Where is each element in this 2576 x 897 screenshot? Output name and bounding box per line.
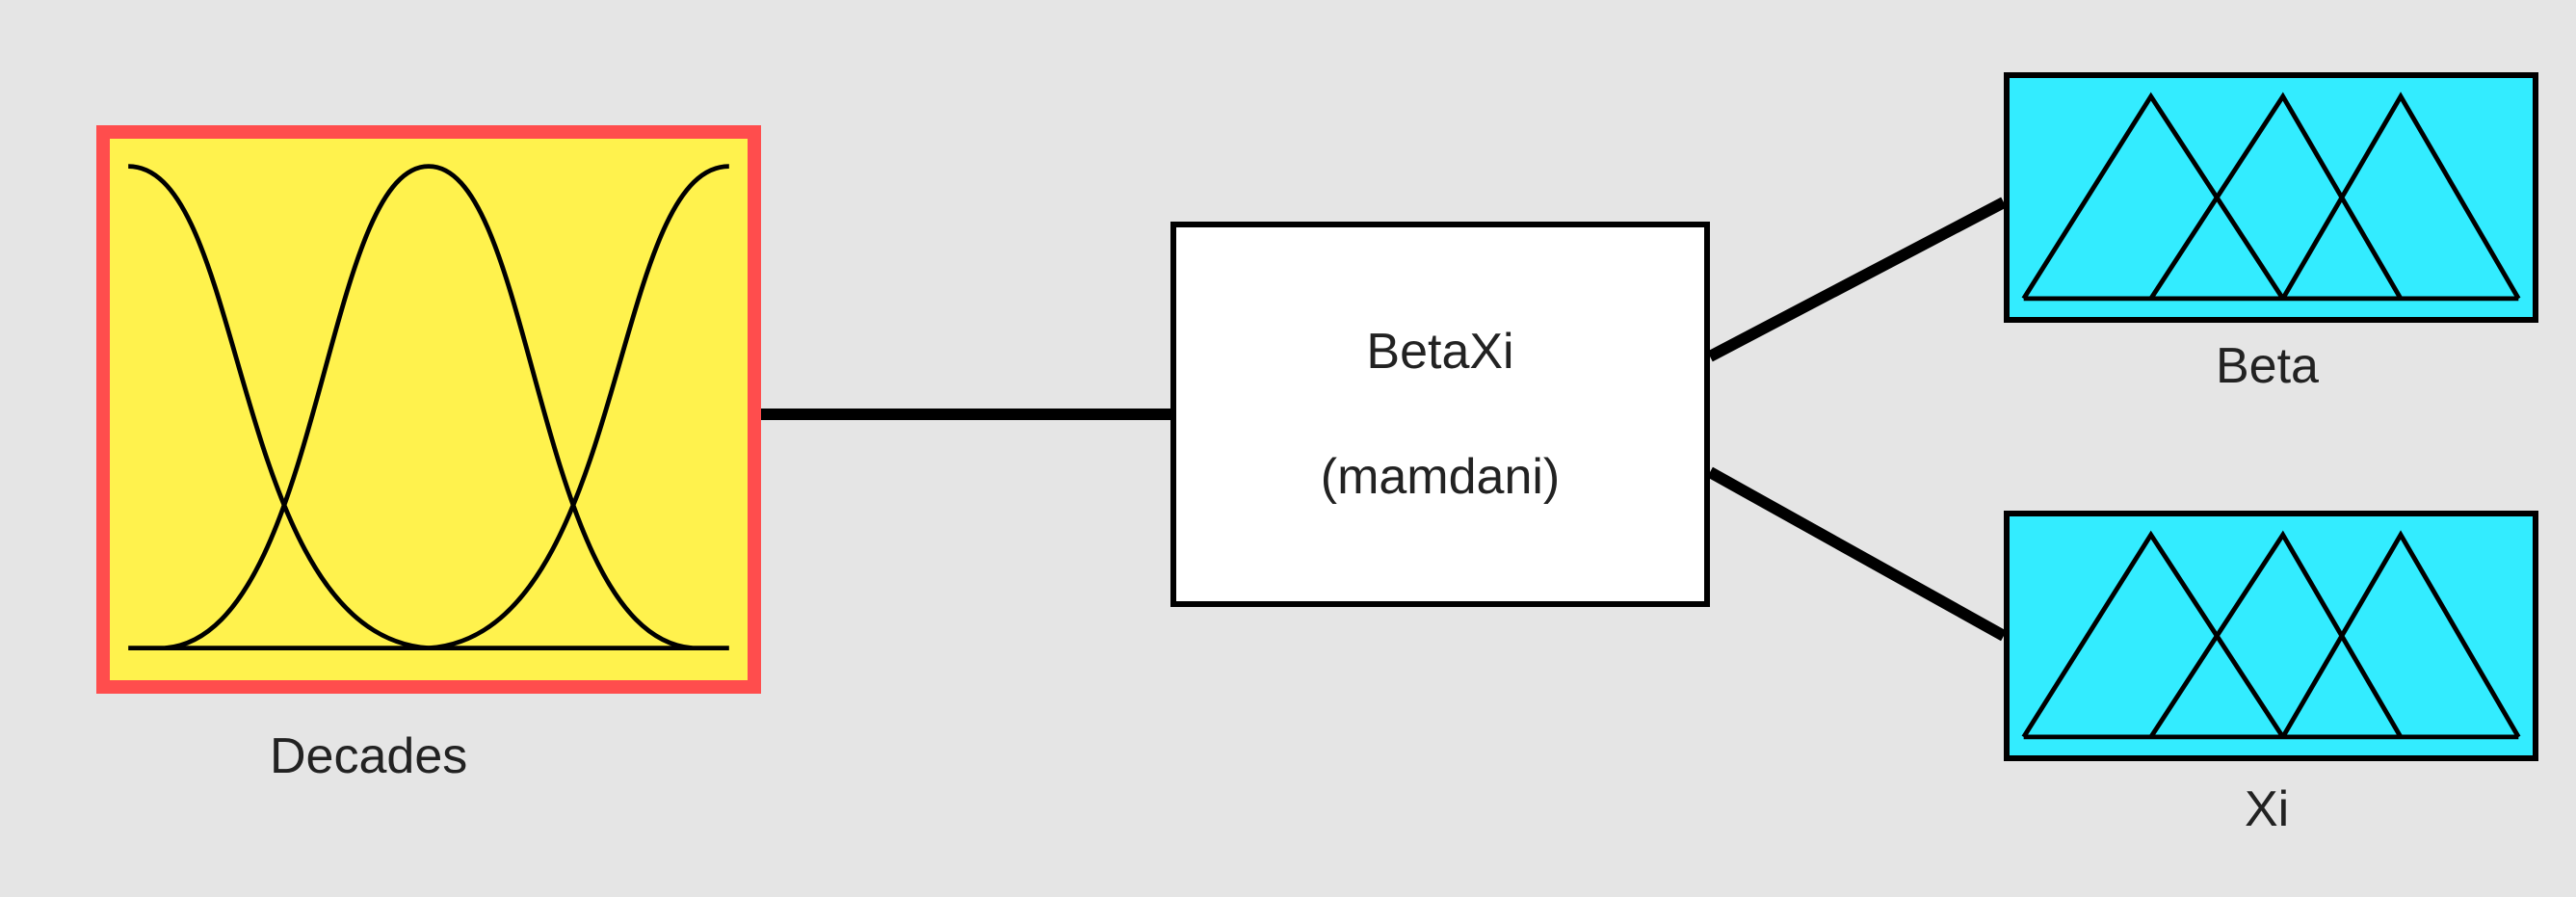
triangular-mf-icon [2010, 78, 2533, 317]
fis-system-block[interactable]: BetaXi (mamdani) [1170, 222, 1710, 607]
output-variable-label-beta: Beta [2216, 337, 2319, 395]
output-variable-block-xi[interactable] [2004, 511, 2538, 761]
output-variable-label-xi: Xi [2245, 780, 2289, 838]
triangular-mf-icon [2010, 516, 2533, 755]
gaussian-mf-icon [110, 139, 748, 680]
input-variable-label: Decades [270, 727, 467, 785]
fis-system-name: BetaXi [1366, 323, 1513, 381]
input-variable-block[interactable] [96, 125, 761, 694]
fis-system-type: (mamdani) [1321, 448, 1561, 506]
output-variable-block-beta[interactable] [2004, 72, 2538, 323]
fis-diagram-canvas: Decades BetaXi (mamdani) Beta Xi [0, 0, 2576, 897]
